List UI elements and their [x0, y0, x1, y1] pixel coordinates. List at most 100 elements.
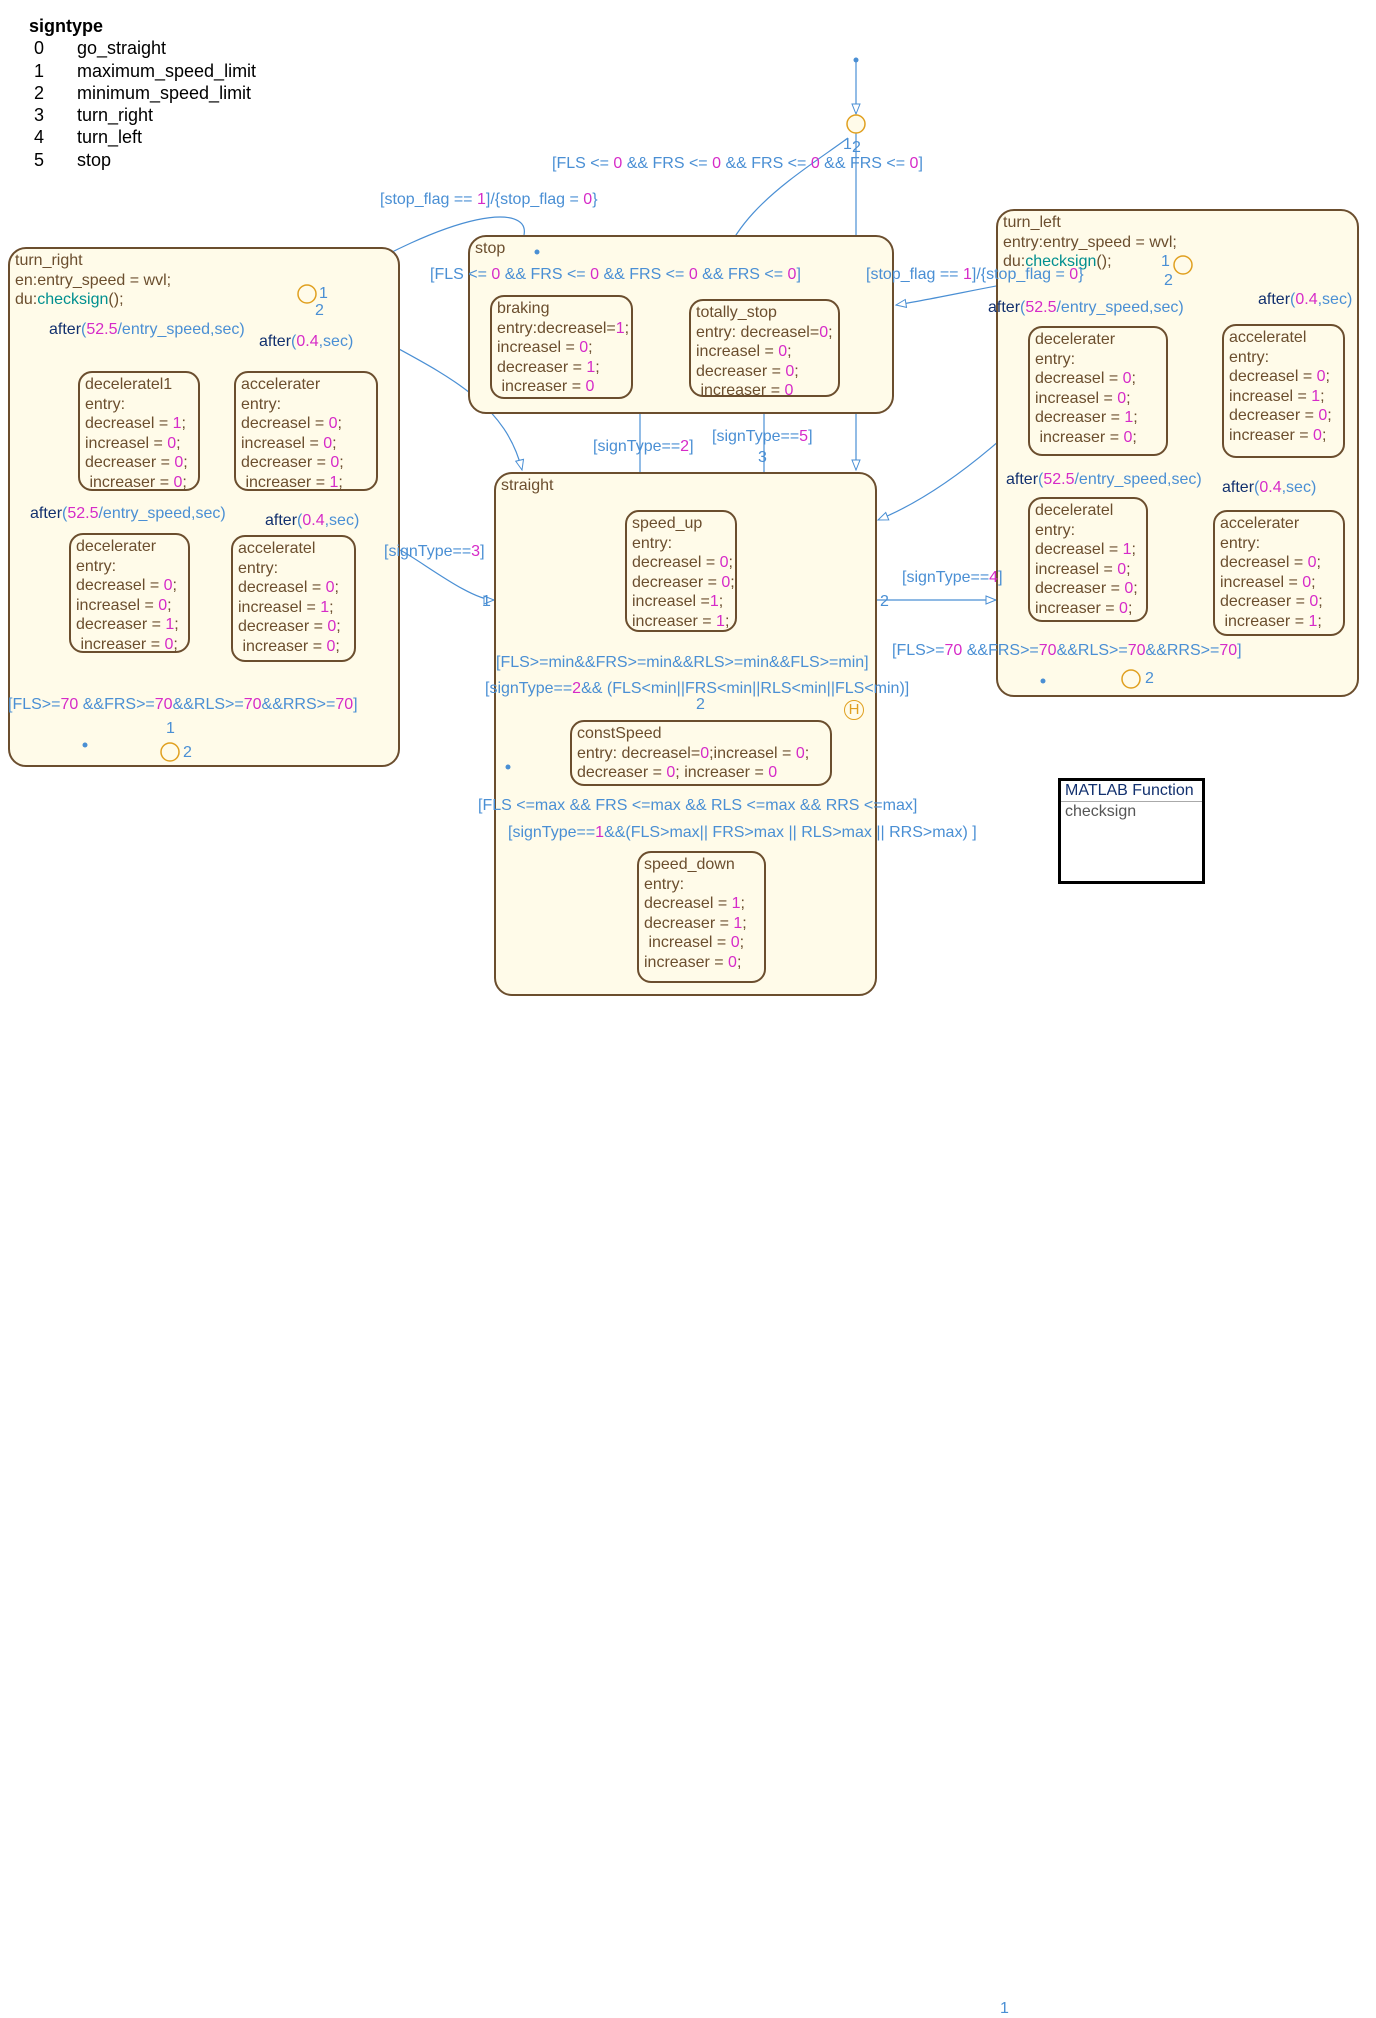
transition-label-max-sign[interactable]: [signType==1&&(FLS>max|| FRS>max || RLS>…	[508, 824, 977, 842]
transition-label-n-s1[interactable]: 1	[482, 593, 491, 611]
transition-label-sign3[interactable]: [signType==3]	[384, 543, 485, 561]
text-segment: increasel =	[85, 434, 168, 452]
text-segment: ]	[796, 266, 801, 283]
text-segment: ;	[724, 612, 730, 630]
state-label: braking entry:decreasel=1; increasel = 0; d…	[497, 299, 629, 397]
text-segment: 0.4	[296, 333, 319, 350]
transition-label-n-tl2[interactable]: 2	[1164, 272, 1173, 290]
text-segment: increasel =	[1035, 560, 1118, 578]
text-segment: [FLS>=min&&FRS>=min&&RLS>=min&&FLS>=min]	[496, 654, 869, 671]
history-junction[interactable]: H	[844, 700, 864, 720]
transition-label-max-guard[interactable]: [FLS <=max && FRS <=max && RLS <=max && …	[478, 797, 917, 815]
matlab-function-block[interactable]: MATLAB Function checksign	[1058, 778, 1205, 884]
transition-label-n-top2[interactable]: 2	[852, 139, 861, 157]
transition-label-n-trb1[interactable]: 1	[166, 720, 175, 738]
transition-label-stopflag-left[interactable]: [stop_flag == 1]/{stop_flag = 0}	[380, 191, 598, 209]
text-segment: 5	[799, 428, 809, 445]
transition-label-n-s2[interactable]: 2	[880, 593, 889, 611]
text-segment: entry:	[76, 557, 117, 575]
transition-label-tl-70[interactable]: [FLS>=70 &&FRS>=70&&RLS>=70&&RRS>=70]	[892, 642, 1242, 660]
transition-label-n-tl1[interactable]: 1	[1161, 253, 1170, 271]
text-segment: &&(FLS>max|| FRS>max || RLS>max || RRS>m…	[604, 824, 977, 841]
state-deceleratel1[interactable]: deceleratel1 entry: decreasel = 1; increase…	[78, 371, 200, 491]
transition-label-sign2[interactable]: [signType==2]	[593, 438, 694, 456]
state-label: accelerater entry: decreasel = 0; increasel…	[1220, 514, 1323, 631]
text-segment: [signType==	[384, 543, 472, 560]
text-segment: decreaser =	[632, 573, 722, 591]
text-segment: ;	[336, 618, 341, 635]
transition-label-tl-after2[interactable]: after(0.4,sec)	[1258, 291, 1352, 309]
text-segment: decreasel =	[632, 554, 720, 571]
state-tr-accelerater[interactable]: accelerater entry: decreasel = 0; increasel…	[234, 371, 378, 491]
transition-label-sign4[interactable]: [signType==4]	[902, 569, 1003, 587]
text-segment: entry:	[1229, 348, 1270, 366]
text-segment: increaser =	[241, 473, 330, 491]
transition-label-n-tlb2[interactable]: 2	[1145, 670, 1154, 688]
state-tl-acceleratel[interactable]: acceleratel entry: decreasel = 0; increasel…	[1222, 324, 1345, 458]
transition-label-stop-guard[interactable]: [FLS <= 0 && FRS <= 0 && FRS <= 0 && FRS…	[430, 266, 801, 284]
state-tr-acceleratel[interactable]: acceleratel entry: decreasel = 0; increasel…	[231, 535, 356, 662]
text-segment: ;	[1327, 407, 1332, 424]
state-label: decelerater entry: decreasel = 0; increasel…	[1035, 330, 1138, 447]
text-segment: 1	[482, 593, 491, 610]
text-segment: increasel =	[238, 598, 321, 616]
transition-label-tr-after2[interactable]: after(0.4,sec)	[259, 333, 353, 351]
text-segment: 0.4	[302, 512, 325, 529]
text-segment: 0	[328, 415, 338, 432]
text-segment: 3	[758, 449, 767, 466]
text-segment: ,sec)	[324, 512, 360, 529]
state-totally-stop[interactable]: totally_stop entry: decreasel=0; increasel…	[689, 299, 840, 399]
transition-label-tr-after4[interactable]: after(0.4,sec)	[265, 512, 359, 530]
transition-label-n-tr2[interactable]: 2	[315, 302, 324, 320]
text-segment: [FLS <=	[430, 266, 492, 283]
transition-label-n-c1[interactable]: 1	[1000, 2000, 1009, 2018]
transition-label-n-3[interactable]: 3	[758, 449, 767, 467]
text-segment: increasel =	[497, 339, 580, 356]
transition-label-tr-70[interactable]: [FLS>=70 &&FRS>=70&&RLS>=70&&RRS>=70]	[8, 696, 358, 714]
text-segment: 1	[1000, 2000, 1009, 2017]
text-segment: ;	[334, 579, 339, 596]
transition-label-n-tr1[interactable]: 1	[319, 285, 328, 303]
text-segment: after	[30, 505, 63, 522]
state-constSpeed[interactable]: constSpeed entry: decreasel=0;increasel =…	[570, 720, 832, 786]
state-speed-down[interactable]: speed_down entry: decreasel = 1; decreaser …	[637, 851, 766, 983]
text-segment: /entry_speed,sec)	[117, 321, 245, 338]
state-speed-up[interactable]: speed_up entry: decreasel = 0; decreaser = …	[625, 510, 737, 632]
text-segment: ;	[740, 895, 745, 912]
transition-label-min-guard[interactable]: [FLS>=min&&FRS>=min&&RLS>=min&&FLS>=min]	[496, 654, 869, 672]
state-tl-deceleratel[interactable]: deceleratel entry: decreasel = 1; increasel…	[1028, 497, 1148, 622]
text-segment: ;	[182, 473, 187, 491]
text-segment: after	[259, 333, 292, 350]
text-segment: 1	[320, 598, 330, 616]
text-segment: increasel =	[644, 934, 731, 951]
transition-label-tl-after4[interactable]: after(0.4,sec)	[1222, 479, 1316, 497]
transition-label-tr-after3[interactable]: after(52.5/entry_speed,sec)	[30, 505, 226, 523]
transition-label-tl-after3[interactable]: after(52.5/entry_speed,sec)	[1006, 471, 1202, 489]
transition-label-tr-after1[interactable]: after(52.5/entry_speed,sec)	[49, 321, 245, 339]
text-segment: 0.4	[1259, 479, 1282, 496]
state-label: totally_stop entry: decreasel=0; increasel…	[696, 303, 833, 401]
transition-label-stopflag-right[interactable]: [stop_flag == 1]/{stop_flag = 0}	[866, 266, 1084, 284]
transition-label-tl-after1[interactable]: after(52.5/entry_speed,sec)	[988, 299, 1184, 317]
text-segment: entry: decreasel=	[696, 323, 820, 341]
text-segment: 1	[172, 415, 182, 432]
text-segment: 0	[579, 339, 589, 356]
state-tl-accelerater[interactable]: accelerater entry: decreasel = 0; increasel…	[1213, 510, 1345, 636]
transition-label-n-trb2[interactable]: 2	[183, 744, 192, 762]
state-tr-decelerater[interactable]: decelerater entry: decreasel = 0; increasel…	[69, 533, 190, 653]
text-segment: && FRS <=	[500, 266, 591, 283]
transition-label-n-c2[interactable]: 2	[696, 696, 705, 714]
state-tl-decelerater[interactable]: decelerater entry: decreasel = 0; increasel…	[1028, 326, 1168, 456]
text-segment: increaser =	[632, 612, 717, 630]
text-segment: 0	[768, 764, 778, 781]
text-segment: 1	[1161, 253, 1170, 270]
state-braking[interactable]: braking entry:decreasel=1; increasel = 0; d…	[490, 295, 633, 399]
text-segment: increasel =	[1229, 387, 1312, 405]
text-segment: 0	[719, 554, 729, 571]
text-segment: 0	[158, 596, 168, 614]
text-segment: 3	[471, 543, 481, 560]
transition-label-top-guard[interactable]: [FLS <= 0 && FRS <= 0 && FRS <= 0 && FRS…	[552, 155, 923, 173]
transition-label-sign5[interactable]: [signType==5]	[712, 428, 813, 446]
transition-label-n-top1[interactable]: 1	[843, 136, 852, 154]
text-segment: 1	[166, 720, 175, 737]
